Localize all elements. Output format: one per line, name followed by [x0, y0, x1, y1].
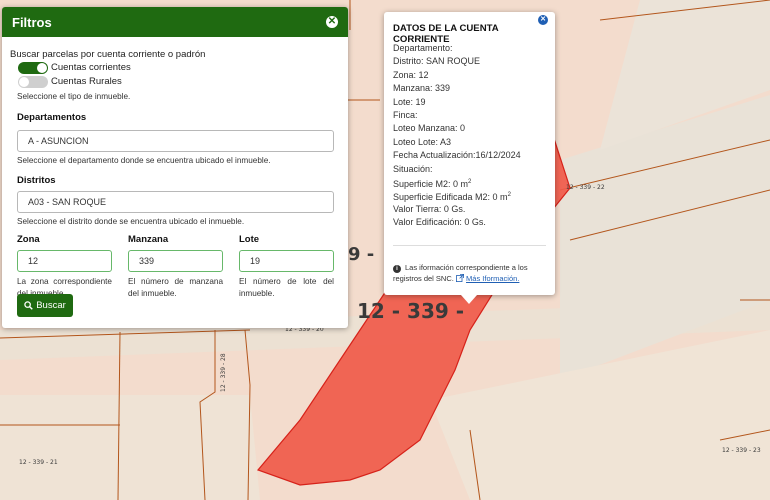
- lot-fields: Zona 12 La zona correspondiente del inmu…: [10, 234, 334, 300]
- manzana-input[interactable]: 339: [128, 250, 223, 272]
- search-button[interactable]: Buscar: [17, 294, 73, 317]
- external-link-icon[interactable]: [455, 274, 464, 282]
- toggle-cuentas-rurales[interactable]: Cuentas Rurales: [10, 75, 334, 88]
- field-manzana: Manzana: 339: [393, 83, 451, 94]
- filter-header: Filtros ✕: [2, 7, 348, 37]
- field-loteo-lote: Loteo Lote: A3: [393, 136, 452, 147]
- parcel-label: 12 - 339 -: [357, 299, 464, 323]
- manzana-help: El número de manzana del inmueble.: [128, 277, 223, 298]
- distritos-help: Seleccione el distrito donde se encuentr…: [17, 217, 245, 226]
- field-situacion: Situación:: [393, 163, 433, 174]
- field-superficie-edificada: Superficie Edificada M2: 0 m2: [393, 192, 511, 203]
- account-info-popup: ✕ DATOS DE LA CUENTA CORRIENTE Departame…: [384, 12, 555, 304]
- map-block: [0, 395, 260, 500]
- toggle-switch[interactable]: [18, 75, 48, 88]
- map-label: 12 - 339 - 28: [220, 353, 227, 392]
- lote-help: El número de lote del inmueble.: [239, 277, 334, 298]
- map-label: 12 - 339 - 22: [566, 184, 605, 191]
- departamentos-label: Departamentos: [17, 112, 87, 123]
- departamentos-help: Seleccione el departamento donde se encu…: [17, 156, 271, 165]
- filter-body: Buscar parcelas por cuenta corriente o p…: [2, 37, 348, 300]
- search-button-label: Buscar: [36, 300, 66, 311]
- info-icon: i: [393, 265, 401, 273]
- manzana-label: Manzana: [128, 234, 169, 245]
- field-superficie: Superficie M2: 0 m2: [393, 178, 472, 189]
- lote-input[interactable]: 19: [239, 250, 334, 272]
- map-label: 12 - 339 - 23: [722, 447, 761, 454]
- parcel-label-partial: 9 -: [348, 244, 374, 265]
- more-info-link[interactable]: Más Iformación.: [466, 274, 519, 283]
- field-valor-tierra: Valor Tierra: 0 Gs.: [393, 203, 466, 214]
- field-fecha-actualizacion: Fecha Actualización:16/12/2024: [393, 150, 521, 161]
- toggle-switch[interactable]: [18, 61, 48, 74]
- lote-column: Lote 19 El número de lote del inmueble.: [239, 234, 334, 300]
- account-fields: Departamento: Distrito: SAN ROQUE Zona: …: [393, 42, 521, 229]
- distritos-select[interactable]: A03 - SAN ROQUE: [17, 191, 334, 213]
- toggle-label: Cuentas Rurales: [51, 76, 122, 87]
- popup-pointer: [461, 295, 477, 304]
- field-finca: Finca:: [393, 109, 418, 120]
- zona-input[interactable]: 12: [17, 250, 112, 272]
- field-valor-edificacion: Valor Edificación: 0 Gs.: [393, 217, 486, 228]
- filter-intro: Buscar parcelas por cuenta corriente o p…: [10, 49, 206, 60]
- filter-panel: Filtros ✕ Buscar parcelas por cuenta cor…: [2, 7, 348, 328]
- type-help-text: Seleccione el tipo de inmueble.: [17, 92, 131, 101]
- zona-label: Zona: [17, 234, 40, 245]
- lote-label: Lote: [239, 234, 260, 245]
- map-label: 12 - 339 - 21: [19, 459, 58, 466]
- toggle-label: Cuentas corrientes: [51, 62, 131, 73]
- field-zona: Zona: 12: [393, 69, 429, 80]
- close-icon[interactable]: ✕: [326, 16, 338, 28]
- distritos-label: Distritos: [17, 175, 56, 186]
- info-note: i Las iformación correspondiente a los re…: [393, 262, 547, 284]
- search-icon: [24, 301, 33, 310]
- manzana-column: Manzana 339 El número de manzana del inm…: [128, 234, 223, 300]
- field-distrito: Distrito: SAN ROQUE: [393, 56, 481, 67]
- field-lote: Lote: 19: [393, 96, 426, 107]
- field-departamento: Departamento:: [393, 43, 453, 53]
- zona-column: Zona 12 La zona correspondiente del inmu…: [17, 234, 112, 300]
- departamentos-select[interactable]: A - ASUNCION: [17, 130, 334, 152]
- divider: [393, 245, 546, 246]
- toggle-cuentas-corrientes[interactable]: Cuentas corrientes: [10, 61, 334, 74]
- field-loteo-manzana: Loteo Manzana: 0: [393, 123, 466, 134]
- filter-title: Filtros: [12, 14, 52, 30]
